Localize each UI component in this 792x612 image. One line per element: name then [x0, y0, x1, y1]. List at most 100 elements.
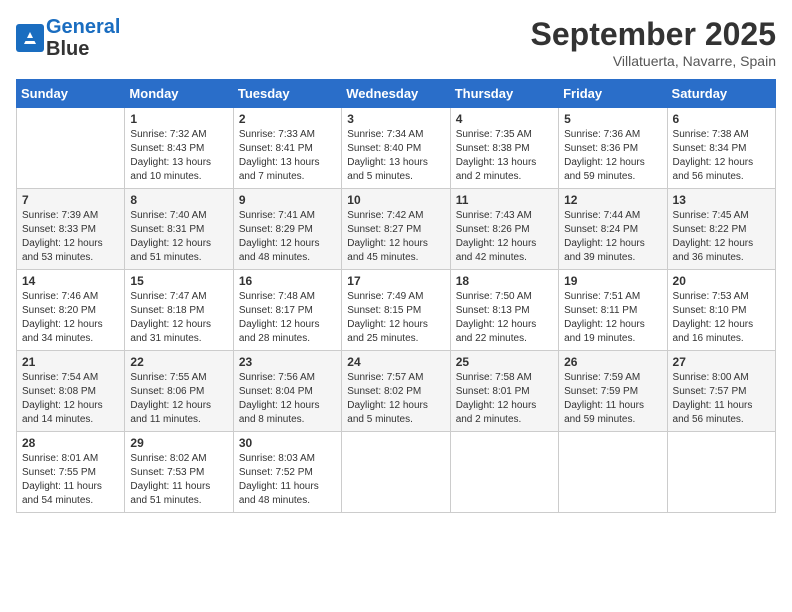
weekday-header: Monday [125, 80, 233, 108]
day-number: 1 [130, 112, 227, 126]
calendar-cell: 2 Sunrise: 7:33 AM Sunset: 8:41 PM Daylig… [233, 108, 341, 189]
day-number: 13 [673, 193, 770, 207]
calendar-cell: 14 Sunrise: 7:46 AM Sunset: 8:20 PM Dayli… [17, 270, 125, 351]
day-info: Sunrise: 8:02 AM Sunset: 7:53 PM Dayligh… [130, 452, 227, 508]
day-info: Sunrise: 7:58 AM Sunset: 8:01 PM Dayligh… [456, 371, 553, 427]
day-number: 11 [456, 193, 553, 207]
day-info: Sunrise: 7:35 AM Sunset: 8:38 PM Dayligh… [456, 128, 553, 184]
day-info: Sunrise: 7:41 AM Sunset: 8:29 PM Dayligh… [239, 209, 336, 265]
day-number: 24 [347, 355, 444, 369]
day-info: Sunrise: 7:40 AM Sunset: 8:31 PM Dayligh… [130, 209, 227, 265]
calendar-cell: 19Sunrise: 7:51 AM Sunset: 8:11 PM Dayli… [559, 270, 667, 351]
location-subtitle: Villatuerta, Navarre, Spain [531, 53, 776, 69]
calendar-cell: 12Sunrise: 7:44 AM Sunset: 8:24 PM Dayli… [559, 189, 667, 270]
day-number: 23 [239, 355, 336, 369]
calendar-cell: 26Sunrise: 7:59 AM Sunset: 7:59 PM Dayli… [559, 351, 667, 432]
calendar-week-row: 28 Sunrise: 8:01 AM Sunset: 7:55 PM Dayli… [17, 432, 776, 513]
month-title: September 2025 [531, 16, 776, 53]
day-info: Sunrise: 7:45 AM Sunset: 8:22 PM Dayligh… [673, 209, 770, 265]
logo: GeneralBlue [16, 16, 120, 60]
day-info: Sunrise: 7:34 AM Sunset: 8:40 PM Dayligh… [347, 128, 444, 184]
page-header: GeneralBlue September 2025 Villatuerta, … [16, 16, 776, 69]
day-info: Sunrise: 7:32 AM Sunset: 8:43 PM Dayligh… [130, 128, 227, 184]
day-number: 7 [22, 193, 119, 207]
calendar-cell: 10 Sunrise: 7:42 AM Sunset: 8:27 PM Dayli… [342, 189, 450, 270]
day-number: 16 [239, 274, 336, 288]
calendar-cell: 18Sunrise: 7:50 AM Sunset: 8:13 PM Dayli… [450, 270, 558, 351]
calendar-week-row: 14 Sunrise: 7:46 AM Sunset: 8:20 PM Dayli… [17, 270, 776, 351]
day-info: Sunrise: 8:03 AM Sunset: 7:52 PM Dayligh… [239, 452, 336, 508]
calendar-week-row: 21 Sunrise: 7:54 AM Sunset: 8:08 PM Dayli… [17, 351, 776, 432]
day-number: 29 [130, 436, 227, 450]
calendar-cell: 8 Sunrise: 7:40 AM Sunset: 8:31 PM Daylig… [125, 189, 233, 270]
calendar-cell: 24 Sunrise: 7:57 AM Sunset: 8:02 PM Dayli… [342, 351, 450, 432]
day-number: 27 [673, 355, 770, 369]
calendar-cell: 9Sunrise: 7:41 AM Sunset: 8:29 PM Daylig… [233, 189, 341, 270]
calendar-cell [342, 432, 450, 513]
day-info: Sunrise: 7:51 AM Sunset: 8:11 PM Dayligh… [564, 290, 661, 346]
day-number: 8 [130, 193, 227, 207]
day-number: 21 [22, 355, 119, 369]
weekday-header: Thursday [450, 80, 558, 108]
day-number: 4 [456, 112, 553, 126]
day-number: 25 [456, 355, 553, 369]
calendar-cell [450, 432, 558, 513]
day-info: Sunrise: 7:50 AM Sunset: 8:13 PM Dayligh… [456, 290, 553, 346]
calendar-cell: 29 Sunrise: 8:02 AM Sunset: 7:53 PM Dayli… [125, 432, 233, 513]
day-number: 22 [130, 355, 227, 369]
calendar-week-row: 1 Sunrise: 7:32 AM Sunset: 8:43 PM Daylig… [17, 108, 776, 189]
day-info: Sunrise: 7:42 AM Sunset: 8:27 PM Dayligh… [347, 209, 444, 265]
day-info: Sunrise: 7:48 AM Sunset: 8:17 PM Dayligh… [239, 290, 336, 346]
day-number: 3 [347, 112, 444, 126]
calendar-cell [559, 432, 667, 513]
day-number: 28 [22, 436, 119, 450]
day-number: 17 [347, 274, 444, 288]
day-info: Sunrise: 7:38 AM Sunset: 8:34 PM Dayligh… [673, 128, 770, 184]
calendar-cell: 28 Sunrise: 8:01 AM Sunset: 7:55 PM Dayli… [17, 432, 125, 513]
day-number: 14 [22, 274, 119, 288]
day-info: Sunrise: 7:43 AM Sunset: 8:26 PM Dayligh… [456, 209, 553, 265]
day-number: 15 [130, 274, 227, 288]
day-info: Sunrise: 7:57 AM Sunset: 8:02 PM Dayligh… [347, 371, 444, 427]
logo-icon [16, 24, 44, 52]
weekday-header-row: SundayMondayTuesdayWednesdayThursdayFrid… [17, 80, 776, 108]
day-number: 30 [239, 436, 336, 450]
day-number: 12 [564, 193, 661, 207]
calendar-cell: 25 Sunrise: 7:58 AM Sunset: 8:01 PM Dayli… [450, 351, 558, 432]
calendar-week-row: 7 Sunrise: 7:39 AM Sunset: 8:33 PM Daylig… [17, 189, 776, 270]
calendar-cell: 11 Sunrise: 7:43 AM Sunset: 8:26 PM Dayli… [450, 189, 558, 270]
day-number: 5 [564, 112, 661, 126]
calendar-cell: 15 Sunrise: 7:47 AM Sunset: 8:18 PM Dayli… [125, 270, 233, 351]
day-info: Sunrise: 7:39 AM Sunset: 8:33 PM Dayligh… [22, 209, 119, 265]
calendar-cell: 6 Sunrise: 7:38 AM Sunset: 8:34 PM Daylig… [667, 108, 775, 189]
logo-text: GeneralBlue [46, 16, 120, 60]
calendar-cell: 23 Sunrise: 7:56 AM Sunset: 8:04 PM Dayli… [233, 351, 341, 432]
calendar-cell [667, 432, 775, 513]
weekday-header: Friday [559, 80, 667, 108]
day-number: 10 [347, 193, 444, 207]
calendar-cell: 1 Sunrise: 7:32 AM Sunset: 8:43 PM Daylig… [125, 108, 233, 189]
weekday-header: Sunday [17, 80, 125, 108]
day-info: Sunrise: 8:01 AM Sunset: 7:55 PM Dayligh… [22, 452, 119, 508]
weekday-header: Tuesday [233, 80, 341, 108]
calendar-cell: 21 Sunrise: 7:54 AM Sunset: 8:08 PM Dayli… [17, 351, 125, 432]
day-number: 20 [673, 274, 770, 288]
day-info: Sunrise: 7:46 AM Sunset: 8:20 PM Dayligh… [22, 290, 119, 346]
day-info: Sunrise: 7:33 AM Sunset: 8:41 PM Dayligh… [239, 128, 336, 184]
calendar-cell: 17 Sunrise: 7:49 AM Sunset: 8:15 PM Dayli… [342, 270, 450, 351]
day-info: Sunrise: 7:55 AM Sunset: 8:06 PM Dayligh… [130, 371, 227, 427]
day-info: Sunrise: 7:54 AM Sunset: 8:08 PM Dayligh… [22, 371, 119, 427]
day-info: Sunrise: 7:47 AM Sunset: 8:18 PM Dayligh… [130, 290, 227, 346]
day-info: Sunrise: 7:49 AM Sunset: 8:15 PM Dayligh… [347, 290, 444, 346]
weekday-header: Saturday [667, 80, 775, 108]
day-number: 2 [239, 112, 336, 126]
day-info: Sunrise: 8:00 AM Sunset: 7:57 PM Dayligh… [673, 371, 770, 427]
calendar-cell: 27 Sunrise: 8:00 AM Sunset: 7:57 PM Dayli… [667, 351, 775, 432]
calendar-cell: 30 Sunrise: 8:03 AM Sunset: 7:52 PM Dayli… [233, 432, 341, 513]
day-info: Sunrise: 7:53 AM Sunset: 8:10 PM Dayligh… [673, 290, 770, 346]
day-info: Sunrise: 7:56 AM Sunset: 8:04 PM Dayligh… [239, 371, 336, 427]
day-number: 6 [673, 112, 770, 126]
title-area: September 2025 Villatuerta, Navarre, Spa… [531, 16, 776, 69]
day-info: Sunrise: 7:59 AM Sunset: 7:59 PM Dayligh… [564, 371, 661, 427]
calendar-cell: 4 Sunrise: 7:35 AM Sunset: 8:38 PM Daylig… [450, 108, 558, 189]
